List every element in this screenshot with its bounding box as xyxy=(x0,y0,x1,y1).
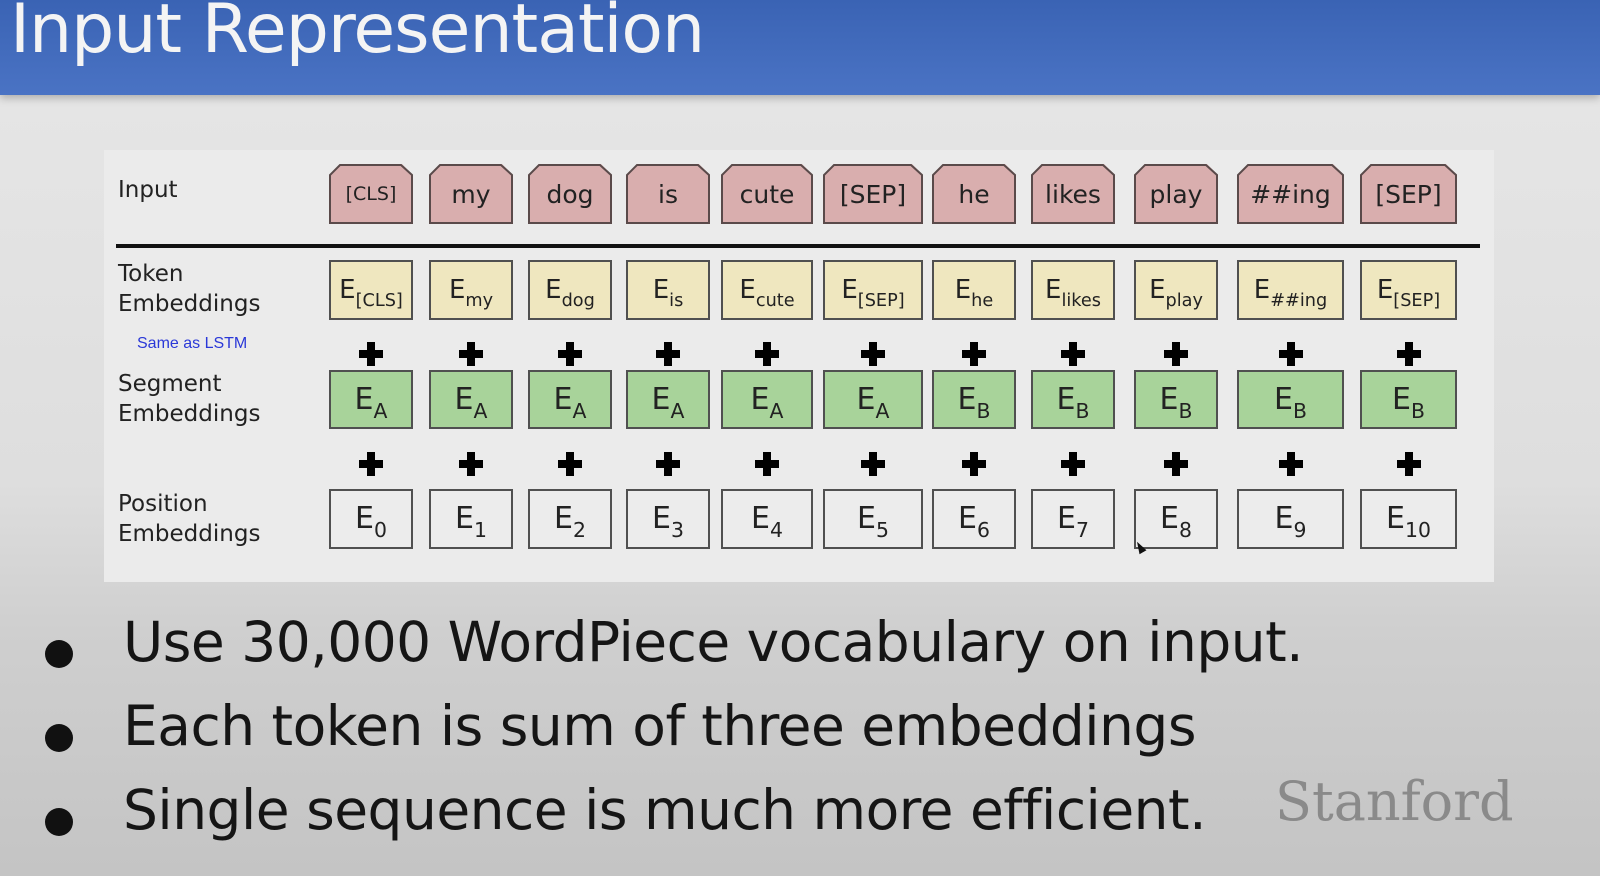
plus-icon-segment-position xyxy=(1397,452,1421,476)
segment-embedding: EB xyxy=(932,370,1016,429)
plus-icon-segment-position xyxy=(1279,452,1303,476)
input-token: play xyxy=(1134,164,1218,224)
position-embedding: E4 xyxy=(721,489,813,549)
segment-embedding: EB xyxy=(1134,370,1218,429)
input-row-label: Input xyxy=(118,175,178,205)
input-token: [SEP] xyxy=(823,164,923,224)
token-embedding: Elikes xyxy=(1031,260,1115,320)
token-embedding: E##ing xyxy=(1237,260,1344,320)
token-embeddings-row-label: Token Embeddings xyxy=(118,259,260,319)
position-embedding: E5 xyxy=(823,489,923,549)
token-embeddings-label-line-1: Token xyxy=(118,261,184,287)
plus-icon-segment-position xyxy=(558,452,582,476)
position-embeddings-row-label: Position Embeddings xyxy=(118,489,260,549)
plus-icon-token-segment xyxy=(656,342,680,366)
segment-embedding: EA xyxy=(721,370,813,429)
plus-icon-token-segment xyxy=(1279,342,1303,366)
input-token: ##ing xyxy=(1237,164,1344,224)
token-embedding: Edog xyxy=(528,260,612,320)
plus-icon-segment-position xyxy=(459,452,483,476)
plus-icon-segment-position xyxy=(656,452,680,476)
input-token: [CLS] xyxy=(329,164,413,224)
position-embedding: E9 xyxy=(1237,489,1344,549)
input-token: is xyxy=(626,164,710,224)
bullet-text-3: Single sequence is much more efficient. xyxy=(123,778,1207,842)
position-embedding: E6 xyxy=(932,489,1016,549)
token-embeddings-label-line-2: Embeddings xyxy=(118,291,261,317)
plus-icon-token-segment xyxy=(1164,342,1188,366)
bullet-dot-icon xyxy=(45,640,73,668)
plus-icon-token-segment xyxy=(359,342,383,366)
bullet-dot-icon xyxy=(45,724,73,752)
input-token: dog xyxy=(528,164,612,224)
token-embedding: Ehe xyxy=(932,260,1016,320)
segment-embedding: EB xyxy=(1360,370,1457,429)
position-embedding: E0 xyxy=(329,489,413,549)
same-as-lstm-note: Same as LSTM xyxy=(137,335,248,352)
position-embedding: E1 xyxy=(429,489,513,549)
token-embedding: E[SEP] xyxy=(1360,260,1457,320)
plus-icon-token-segment xyxy=(459,342,483,366)
token-embedding: Ecute xyxy=(721,260,813,320)
segment-embedding: EA xyxy=(528,370,612,429)
plus-icon-segment-position xyxy=(359,452,383,476)
plus-icon-token-segment xyxy=(1397,342,1421,366)
plus-icon-token-segment xyxy=(558,342,582,366)
segment-embedding: EB xyxy=(1031,370,1115,429)
position-embedding: E8 xyxy=(1134,489,1218,549)
plus-icon-token-segment xyxy=(755,342,779,366)
plus-icon-segment-position xyxy=(861,452,885,476)
segment-embedding: EA xyxy=(329,370,413,429)
input-row-label-text: Input xyxy=(118,177,178,203)
input-token: my xyxy=(429,164,513,224)
plus-icon-token-segment xyxy=(861,342,885,366)
segment-embedding: EA xyxy=(429,370,513,429)
token-embedding: Eis xyxy=(626,260,710,320)
input-token: [SEP] xyxy=(1360,164,1457,224)
position-embedding: E3 xyxy=(626,489,710,549)
position-embeddings-label-line-2: Embeddings xyxy=(118,521,261,547)
segment-embedding: EA xyxy=(626,370,710,429)
position-embedding: E7 xyxy=(1031,489,1115,549)
stanford-logo: Stanford xyxy=(1275,770,1514,833)
input-token: likes xyxy=(1031,164,1115,224)
token-embedding: E[SEP] xyxy=(823,260,923,320)
segment-embedding: EA xyxy=(823,370,923,429)
position-embeddings-label-line-1: Position xyxy=(118,491,208,517)
plus-icon-segment-position xyxy=(1061,452,1085,476)
bullet-text-2: Each token is sum of three embeddings xyxy=(123,694,1197,758)
bullet-text-1: Use 30,000 WordPiece vocabulary on input… xyxy=(123,610,1304,674)
token-embedding: E[CLS] xyxy=(329,260,413,320)
segment-embeddings-row-label: Segment Embeddings xyxy=(118,369,260,429)
position-embedding: E10 xyxy=(1360,489,1457,549)
segment-embeddings-label-line-1: Segment xyxy=(118,371,222,397)
token-embedding: Emy xyxy=(429,260,513,320)
token-embedding: Eplay xyxy=(1134,260,1218,320)
segment-embeddings-label-line-2: Embeddings xyxy=(118,401,261,427)
slide-title: Input Representation xyxy=(10,0,705,69)
plus-icon-token-segment xyxy=(1061,342,1085,366)
segment-embedding: EB xyxy=(1237,370,1344,429)
plus-icon-token-segment xyxy=(962,342,986,366)
plus-icon-segment-position xyxy=(962,452,986,476)
input-token: he xyxy=(932,164,1016,224)
title-bar: Input Representation xyxy=(0,0,1600,95)
input-token: cute xyxy=(721,164,813,224)
input-divider-line xyxy=(116,244,1480,248)
position-embedding: E2 xyxy=(528,489,612,549)
bullet-dot-icon xyxy=(45,808,73,836)
plus-icon-segment-position xyxy=(755,452,779,476)
plus-icon-segment-position xyxy=(1164,452,1188,476)
